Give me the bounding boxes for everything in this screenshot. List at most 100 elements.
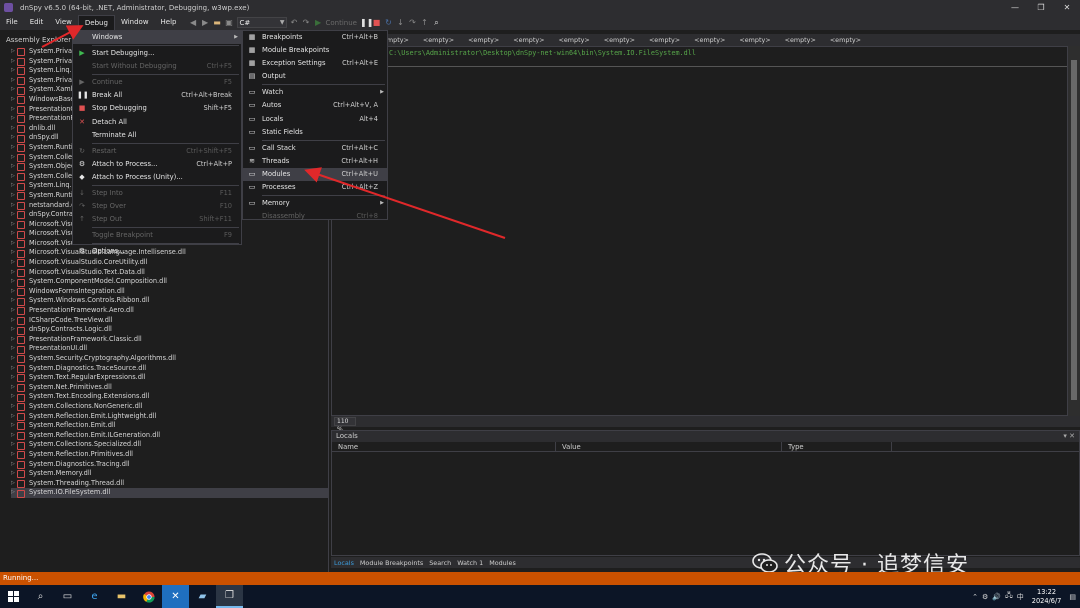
assembly-item[interactable]: ▷ System.Net.Primitives.dll [11,383,328,393]
file-explorer-icon[interactable]: ▬ [108,585,135,608]
windows-menu-item-output[interactable]: ▤ Output [243,70,387,83]
language-select[interactable]: C# ▼ [236,17,287,28]
windows-menu-item-threads[interactable]: ≋ Threads Ctrl+Alt+H [243,155,387,168]
debug-menu-item-start-debugging[interactable]: ▶ Start Debugging... [73,47,241,60]
assembly-item[interactable]: ▷ System.IO.FileSystem.dll [11,488,328,498]
undo-icon[interactable]: ↶ [290,18,299,27]
windows-menu-item-static-fields[interactable]: ▭ Static Fields [243,126,387,139]
restore-button[interactable]: ❐ [1028,0,1054,15]
save-icon[interactable]: ▣ [225,18,234,27]
windows-menu-item-locals[interactable]: ▭ Locals Alt+4 [243,113,387,126]
scroll-thumb[interactable] [1071,60,1077,400]
debug-menu-item-windows[interactable]: Windows ▶ [73,31,241,45]
continue-button[interactable]: Continue [326,19,357,27]
assembly-item[interactable]: ▷ PresentationFramework.Classic.dll [11,335,328,345]
tab-empty[interactable]: <empty> [597,34,642,46]
dnspy-taskbar-icon[interactable]: ❐ [216,585,243,608]
menu-view[interactable]: View [49,15,78,30]
column-name[interactable]: Name [332,442,556,451]
tab-empty[interactable]: <empty> [642,34,687,46]
tab-empty[interactable]: <empty> [552,34,597,46]
assembly-item[interactable]: ▷ System.Collections.NonGeneric.dll [11,402,328,412]
debug-menu-item-detach-all[interactable]: ✕ Detach All [73,116,241,129]
visual-studio-icon[interactable]: ✕ [162,585,189,608]
tab-watch-1[interactable]: Watch 1 [454,559,486,567]
close-button[interactable]: ✕ [1054,0,1080,15]
redo-icon[interactable]: ↷ [302,18,311,27]
debug-menu-item-attach-to-process-unity[interactable]: ◆ Attach to Process (Unity)... [73,171,241,184]
forward-icon[interactable]: ▶ [201,18,210,27]
windows-menu-item-processes[interactable]: ▭ Processes Ctrl+Alt+Z [243,181,387,194]
input-method-indicator[interactable]: 中 [1017,592,1024,602]
column-value[interactable]: Value [556,442,782,451]
assembly-item[interactable]: ▷ System.Security.Cryptography.Algorithms… [11,354,328,364]
assembly-item[interactable]: ▷ System.Text.RegularExpressions.dll [11,373,328,383]
edge-icon[interactable]: e [81,585,108,608]
continue-icon[interactable]: ▶ [314,18,323,27]
windows-start-icon[interactable] [0,585,27,608]
assembly-item[interactable]: ▷ System.Reflection.Primitives.dll [11,450,328,460]
windows-menu-item-breakpoints[interactable]: ▦ Breakpoints Ctrl+Alt+B [243,31,387,44]
assembly-item[interactable]: ▷ System.Threading.Thread.dll [11,479,328,489]
windows-menu-item-module-breakpoints[interactable]: ▦ Module Breakpoints [243,44,387,57]
assembly-item[interactable]: ▷ System.Collections.Specialized.dll [11,440,328,450]
debug-menu-item-break-all[interactable]: ❚❚ Break All Ctrl+Alt+Break [73,89,241,102]
menu-debug[interactable]: Debug [77,15,115,30]
debug-menu-item-attach-to-process[interactable]: ⚙ Attach to Process... Ctrl+Alt+P [73,158,241,171]
step-over-icon[interactable]: ↷ [408,18,417,27]
assembly-item[interactable]: ▷ Microsoft.VisualStudio.Text.Data.dll [11,268,328,278]
assembly-item[interactable]: ▷ PresentationUI.dll [11,344,328,354]
tab-search[interactable]: Search [426,559,454,567]
volume-icon[interactable]: 🔊 [992,593,1001,601]
tab-empty[interactable]: <empty> [416,34,461,46]
debug-menu-item-options[interactable]: ⚙ Options... [73,245,241,258]
assembly-item[interactable]: ▷ System.Diagnostics.TraceSource.dll [11,364,328,374]
open-folder-icon[interactable]: ▬ [213,18,222,27]
menu-edit[interactable]: Edit [24,15,50,30]
menu-file[interactable]: File [0,15,24,30]
windows-menu-item-autos[interactable]: ▭ Autos Ctrl+Alt+V, A [243,99,387,112]
windows-menu-item-exception-settings[interactable]: ▦ Exception Settings Ctrl+Alt+E [243,57,387,70]
search-icon[interactable]: ⌕ [27,585,54,608]
assembly-item[interactable]: ▷ System.Windows.Controls.Ribbon.dll [11,296,328,306]
assembly-item[interactable]: ▷ System.Reflection.Emit.Lightweight.dll [11,412,328,422]
assembly-item[interactable]: ▷ System.Reflection.Emit.dll [11,421,328,431]
tray-expand-icon[interactable]: ⌃ [972,593,978,601]
code-editor[interactable]: C:\Users\Administrator\Desktop\dnSpy-net… [331,46,1068,416]
notepad-icon[interactable]: ▰ [189,585,216,608]
windows-menu-item-watch[interactable]: ▭ Watch ▶ [243,86,387,99]
editor-scrollbar[interactable] [1068,46,1080,416]
tab-module-breakpoints[interactable]: Module Breakpoints [357,559,426,567]
menu-window[interactable]: Window [115,15,155,30]
pause-icon[interactable]: ❚❚ [360,18,373,27]
assembly-item[interactable]: ▷ System.Text.Encoding.Extensions.dll [11,392,328,402]
assembly-item[interactable]: ▷ System.ComponentModel.Composition.dll [11,277,328,287]
stop-icon[interactable]: ■ [372,18,381,27]
assembly-item[interactable]: ▷ dnSpy.Contracts.Logic.dll [11,325,328,335]
notification-icon[interactable]: ▤ [1069,593,1076,601]
column-type[interactable]: Type [782,442,892,451]
tab-empty[interactable]: <empty> [823,34,868,46]
tab-empty[interactable]: <empty> [778,34,823,46]
windows-menu-item-modules[interactable]: ▭ Modules Ctrl+Alt+U [243,167,387,182]
network-icon[interactable]: 🖧 [1005,591,1013,602]
tray-app-icon[interactable]: ⚙ [982,593,988,601]
tab-empty[interactable]: <empty> [687,34,732,46]
panel-controls[interactable]: ▾ ✕ [1063,431,1075,442]
tab-empty[interactable]: <empty> [506,34,551,46]
tab-modules[interactable]: Modules [486,559,519,567]
tab-empty[interactable]: <empty> [461,34,506,46]
zoom-select[interactable]: 110 % [334,417,356,433]
step-into-icon[interactable]: ↓ [396,18,405,27]
assembly-item[interactable]: ▷ System.Reflection.Emit.ILGeneration.dll [11,431,328,441]
task-view-icon[interactable]: ▭ [54,585,81,608]
step-out-icon[interactable]: ↑ [420,18,429,27]
windows-menu-item-memory[interactable]: ▭ Memory ▶ [243,197,387,210]
search-icon[interactable]: ⌕ [432,18,441,27]
clock[interactable]: 13:22 2024/6/7 [1028,588,1066,606]
assembly-item[interactable]: ▷ PresentationFramework.Aero.dll [11,306,328,316]
back-icon[interactable]: ◀ [189,18,198,27]
assembly-item[interactable]: ▷ System.Diagnostics.Tracing.dll [11,460,328,470]
assembly-item[interactable]: ▷ ICSharpCode.TreeView.dll [11,316,328,326]
menu-help[interactable]: Help [155,15,183,30]
